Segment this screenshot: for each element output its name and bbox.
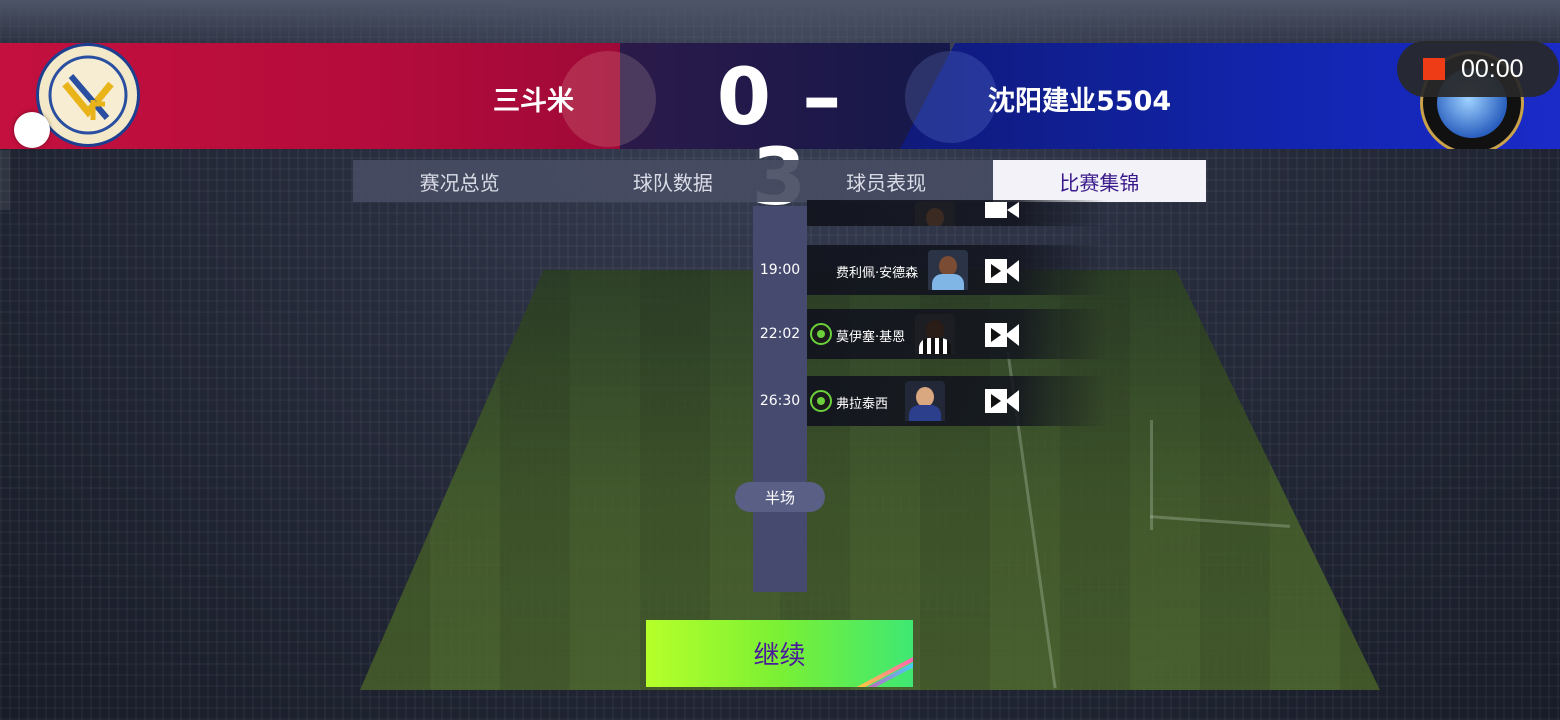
tab-highlights[interactable]: 比赛集锦 (992, 160, 1206, 202)
tab-match-overview[interactable]: 赛况总览 (353, 160, 567, 202)
event-player-name: 费利佩·安德森 (836, 266, 919, 281)
player-portrait (915, 314, 955, 354)
screen-recorder[interactable]: 00:00 (1397, 41, 1559, 97)
floating-assist-button[interactable] (14, 112, 50, 148)
goal-ball-icon (810, 323, 832, 345)
tab-player-performance[interactable]: 球员表现 (779, 160, 993, 202)
event-player-name: 莫伊塞·基恩 (836, 330, 906, 345)
away-crest-watermark-icon (905, 51, 997, 143)
video-replay-icon[interactable] (985, 388, 1019, 414)
video-replay-icon[interactable] (985, 202, 1019, 220)
away-team-name: 沈阳建业5504 (988, 86, 1172, 117)
event-time: 22:02 (759, 326, 801, 342)
home-crest-watermark-icon (560, 51, 656, 147)
tab-team-stats[interactable]: 球队数据 (566, 160, 780, 202)
stop-record-icon[interactable] (1423, 58, 1445, 80)
pitch-line (1150, 420, 1153, 530)
event-time: 19:00 (759, 262, 801, 278)
player-portrait (905, 381, 945, 421)
goal-ball-icon (810, 390, 832, 412)
record-timer: 00:00 (1461, 54, 1524, 83)
player-portrait (928, 250, 968, 290)
half-time-marker: 半场 (735, 482, 825, 512)
player-portrait (915, 202, 955, 226)
video-replay-icon[interactable] (985, 258, 1019, 284)
event-time: 26:30 (759, 393, 801, 409)
event-player-name: 弗拉泰西 (836, 397, 889, 412)
continue-label: 继续 (753, 641, 806, 671)
continue-button[interactable]: 继续 (646, 620, 913, 687)
event-card-partial[interactable] (807, 200, 1107, 226)
left-edge-handle (0, 150, 10, 210)
match-tabs: 赛况总览 球队数据 球员表现 比赛集锦 (353, 160, 1206, 202)
home-team-name: 三斗米 (493, 86, 574, 117)
home-team-crest-icon (36, 43, 140, 147)
video-replay-icon[interactable] (985, 322, 1019, 348)
